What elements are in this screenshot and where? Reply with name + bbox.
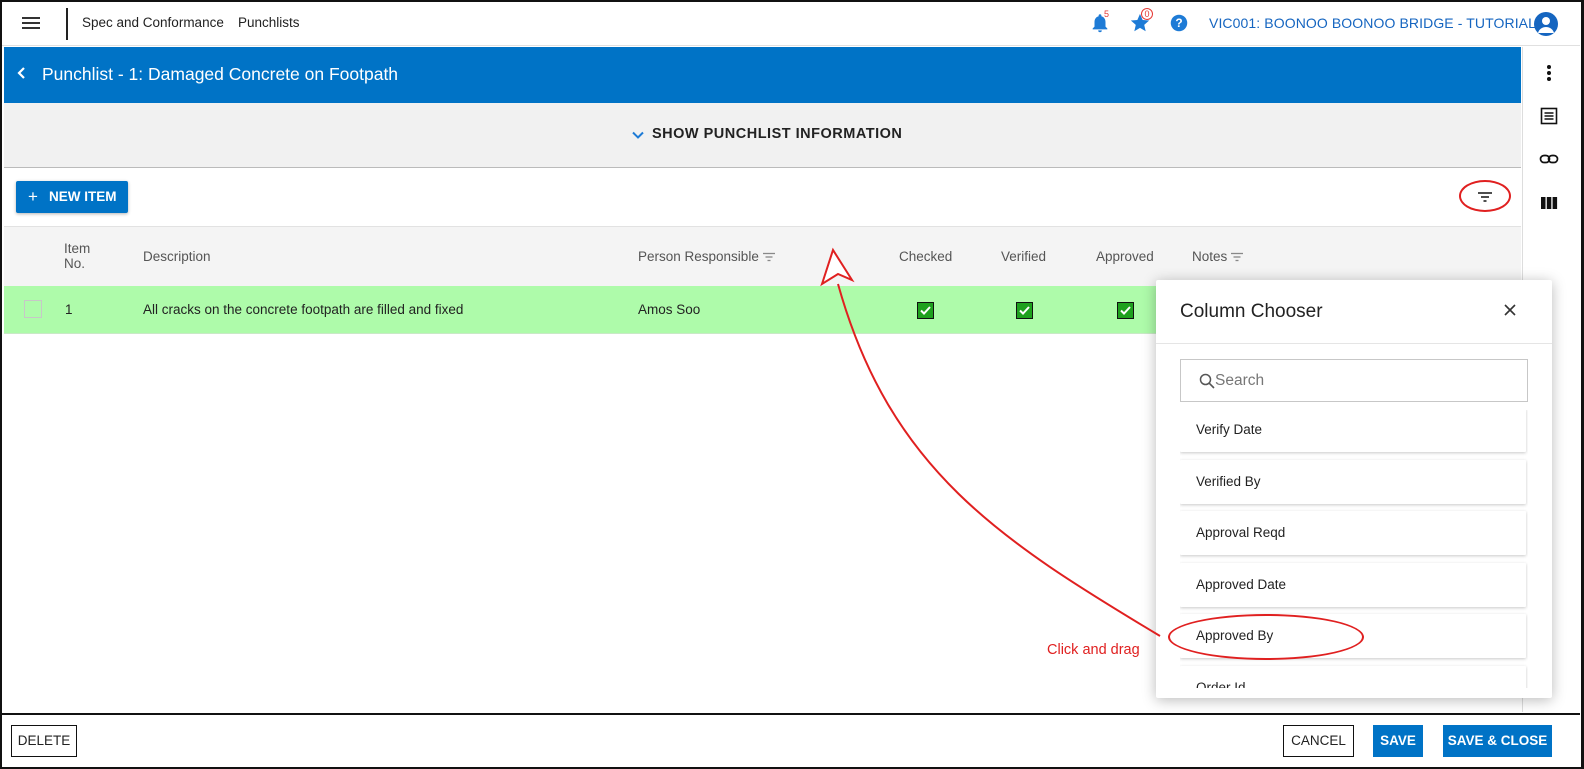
search-icon — [1199, 373, 1216, 395]
annotation-label: Click and drag — [1047, 642, 1140, 658]
hamburger-menu-icon[interactable] — [22, 14, 40, 32]
delete-button[interactable]: DELETE — [11, 725, 77, 757]
dialog-divider — [1156, 343, 1552, 344]
cancel-button[interactable]: CANCEL — [1283, 725, 1354, 757]
breadcrumb-page[interactable]: Punchlists — [238, 15, 300, 30]
svg-text:?: ? — [1175, 16, 1182, 30]
help-icon[interactable]: ? — [1168, 12, 1190, 34]
cell-item-no: 1 — [65, 302, 73, 317]
cell-description: All cracks on the concrete footpath are … — [143, 302, 464, 317]
notifications-count: 5 — [1104, 9, 1110, 19]
topbar-divider — [66, 8, 68, 40]
new-item-label: NEW ITEM — [49, 189, 117, 204]
link-icon[interactable] — [1539, 149, 1559, 169]
new-item-button[interactable]: + NEW ITEM — [16, 181, 128, 213]
approved-checkbox[interactable] — [1117, 302, 1134, 319]
annotation-circle-filter — [1459, 180, 1511, 212]
column-filter-icon — [1231, 253, 1244, 262]
column-filter-icon — [762, 253, 775, 262]
page-header: Punchlist - 1: Damaged Concrete on Footp… — [4, 47, 1521, 103]
favorites-count: 0 — [1141, 8, 1153, 20]
app-top-bar: Spec and Conformance Punchlists 5 0 ? VI… — [2, 2, 1580, 46]
breadcrumb-module[interactable]: Spec and Conformance — [82, 15, 224, 30]
header-verified[interactable]: Verified — [1001, 249, 1046, 264]
page-title: Punchlist - 1: Damaged Concrete on Footp… — [42, 64, 399, 84]
user-avatar-icon[interactable] — [1534, 12, 1558, 36]
column-option-approval-reqd[interactable]: Approval Reqd — [1180, 511, 1526, 555]
chevron-down-icon — [630, 127, 646, 143]
column-search-field[interactable] — [1180, 359, 1528, 402]
cell-person-responsible: Amos Soo — [638, 302, 701, 317]
header-approved[interactable]: Approved — [1096, 249, 1154, 264]
plus-icon: + — [28, 187, 38, 206]
annotation-circle-approved-by — [1168, 614, 1364, 660]
grid-header: Item No. Description Person Responsible C… — [4, 226, 1521, 286]
save-and-close-button[interactable]: SAVE & CLOSE — [1443, 725, 1552, 757]
column-option-verify-date[interactable]: Verify Date — [1180, 410, 1526, 452]
header-description[interactable]: Description — [143, 249, 211, 264]
project-selector[interactable]: VIC001: BOONOO BOONOO BRIDGE - TUTORIAL — [1209, 15, 1536, 31]
save-button[interactable]: SAVE — [1373, 725, 1423, 757]
column-option-order-id[interactable]: Order Id — [1180, 666, 1526, 688]
header-checked[interactable]: Checked — [899, 249, 952, 264]
close-icon[interactable] — [1502, 302, 1518, 318]
header-notes[interactable]: Notes — [1192, 249, 1244, 264]
footer-bar: DELETE CANCEL SAVE SAVE & CLOSE — [2, 713, 1580, 767]
column-chooser-title: Column Chooser — [1180, 301, 1323, 322]
favorites-star-icon[interactable]: 0 — [1129, 8, 1153, 34]
column-option-verified-by[interactable]: Verified By — [1180, 460, 1526, 504]
verified-checkbox[interactable] — [1016, 302, 1033, 319]
header-item-no[interactable]: Item No. — [64, 241, 90, 271]
list-details-icon[interactable] — [1539, 106, 1559, 126]
notifications-bell-icon[interactable]: 5 — [1089, 9, 1111, 34]
column-search-input[interactable] — [1215, 370, 1515, 392]
row-select-checkbox[interactable] — [24, 300, 42, 318]
show-punchlist-info-toggle[interactable]: SHOW PUNCHLIST INFORMATION — [4, 103, 1521, 168]
header-person-responsible[interactable]: Person Responsible — [638, 249, 775, 264]
more-vertical-icon[interactable] — [1539, 63, 1559, 83]
show-info-label: SHOW PUNCHLIST INFORMATION — [652, 126, 903, 142]
checked-checkbox[interactable] — [917, 302, 934, 319]
column-option-approved-date[interactable]: Approved Date — [1180, 563, 1526, 607]
columns-icon[interactable] — [1539, 193, 1559, 213]
back-chevron-icon[interactable] — [16, 65, 28, 86]
